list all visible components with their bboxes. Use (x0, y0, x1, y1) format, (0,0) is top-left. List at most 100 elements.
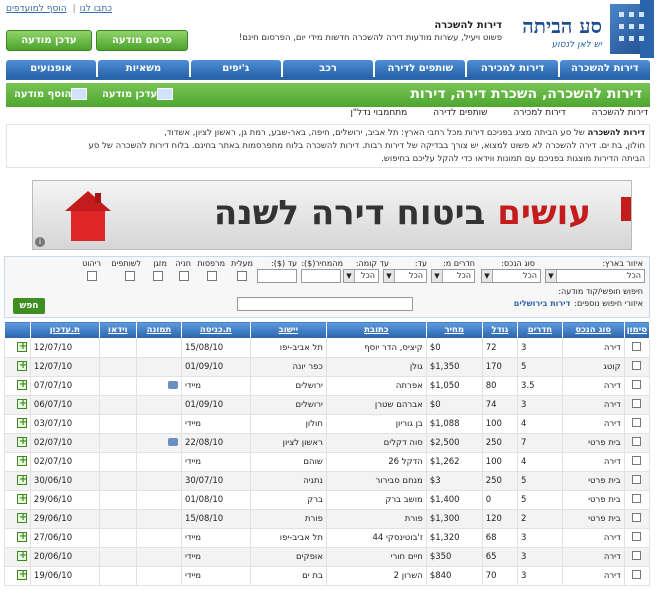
cell-type: בית פרטי (561, 490, 625, 510)
subnav-sale[interactable]: דירות למכירה (513, 108, 565, 118)
add-to-list-icon[interactable] (16, 569, 27, 580)
cell-add (4, 357, 31, 377)
rooms-to-select[interactable]: הכל ▼ (383, 269, 427, 283)
elevator-checkbox[interactable] (237, 271, 247, 281)
tab-sale[interactable]: דירות למכירה (467, 60, 558, 77)
table-row[interactable]: בית פרטי 5 250 $3 מנחם סבירור נתניה 30/07/10 30… (4, 471, 651, 491)
page-title: דירות להשכרה, השכרת דירה, דירות (410, 86, 642, 102)
cell-city: חולון (249, 414, 327, 434)
terraces-checkbox[interactable] (207, 271, 217, 281)
cell-updated: 19/06/10 (29, 566, 100, 586)
insurance-banner[interactable]: עושים ביטוח דירה לשנה i (32, 180, 632, 250)
table-row[interactable]: דירה 3 72 $0 קיציס, הדר יוסף תל אביב-יפו 15/08… (4, 338, 651, 358)
cell-city: תל אביב-יפו (249, 338, 327, 358)
add-to-list-icon[interactable] (16, 550, 27, 561)
table-row[interactable]: קוטג 5 170 $1,350 גולן כפר יונה 01/09/10 12/07/… (4, 357, 651, 377)
row-checkbox[interactable] (632, 399, 642, 408)
parking-checkbox[interactable] (179, 271, 189, 281)
tab-trucks[interactable]: משאיות (98, 60, 189, 77)
jerusalem-link[interactable]: דירות בירושלים (514, 299, 571, 308)
chevron-down-icon: ▼ (384, 270, 395, 282)
update-ad-button[interactable]: עדכן מודעה (6, 30, 92, 51)
add-to-list-icon[interactable] (16, 417, 27, 428)
row-checkbox[interactable] (632, 342, 642, 351)
col-photo[interactable]: תמונה (135, 321, 182, 339)
row-checkbox[interactable] (632, 551, 642, 560)
col-video[interactable]: וידאו (98, 321, 137, 339)
info-icon[interactable]: i (35, 237, 45, 247)
row-checkbox[interactable] (632, 361, 642, 370)
partners-checkbox[interactable] (125, 271, 135, 281)
table-row[interactable]: דירה 4 100 $1,088 בן גוריון חולון מיידי 03/07/1… (4, 414, 651, 434)
row-checkbox[interactable] (632, 437, 642, 446)
ac-checkbox[interactable] (153, 271, 163, 281)
col-address[interactable]: כתובת (325, 321, 427, 339)
add-to-list-icon[interactable] (16, 531, 27, 542)
col-type[interactable]: סוג הנכס (561, 321, 625, 339)
table-row[interactable]: דירה 4 100 $1,262 הדקל 26 שוהם מיידי 02/07/10 (4, 452, 651, 472)
row-checkbox[interactable] (632, 494, 642, 503)
row-checkbox[interactable] (632, 418, 642, 427)
floor-select[interactable]: הכל ▼ (343, 269, 379, 283)
add-to-list-icon[interactable] (16, 474, 27, 485)
camera-icon[interactable] (167, 437, 178, 446)
subnav-rent[interactable]: דירות להשכרה (592, 108, 648, 118)
row-checkbox[interactable] (632, 532, 642, 541)
add-to-list-icon[interactable] (16, 341, 27, 352)
row-checkbox[interactable] (632, 475, 642, 484)
furnished-checkbox[interactable] (87, 271, 97, 281)
col-entry-date[interactable]: ת.כניסה (180, 321, 251, 339)
table-row[interactable]: בית פרטי 2 120 $1,300 פורת פורת 15/08/10 29/06/… (4, 509, 651, 529)
cell-address: אברהם שטרן (325, 395, 427, 415)
rooms-from-select[interactable]: הכל ▼ (431, 269, 475, 283)
tab-jeeps[interactable]: ג'יפים (190, 60, 281, 77)
cell-price: $1,088 (425, 414, 483, 434)
subnav-projects[interactable]: מתחמבוי נדל"ן (350, 108, 407, 118)
add-to-list-icon[interactable] (16, 360, 27, 371)
type-select[interactable]: הכל ▼ (481, 269, 541, 283)
tab-rent[interactable]: דירות להשכרה (559, 60, 650, 77)
tab-cars[interactable]: רכב (282, 60, 374, 77)
add-to-list-icon[interactable] (16, 436, 27, 447)
row-checkbox[interactable] (632, 513, 642, 522)
col-rooms[interactable]: חדרים (517, 321, 563, 339)
tab-roommates[interactable]: שותפים לדירה (375, 60, 466, 77)
row-checkbox[interactable] (632, 380, 642, 389)
write-us-link[interactable]: כתבו לנו (80, 4, 112, 14)
banner-word-red: עושים (497, 193, 591, 233)
col-price[interactable]: מחיר (425, 321, 483, 339)
tab-motorcycles[interactable]: אופנועים (6, 60, 97, 77)
row-checkbox[interactable] (632, 570, 642, 579)
area-select[interactable]: הכל ▼ (545, 269, 645, 283)
add-to-list-icon[interactable] (16, 398, 27, 409)
table-row[interactable]: בית פרטי 5 0 $1,400 מושב ברק ברק 01/08/10 29/06… (4, 490, 651, 510)
site-logo[interactable]: סע הביתה יש לאן לנסוע (514, 0, 654, 58)
update-ad-link[interactable]: עדכן מודעה (102, 88, 176, 100)
col-updated[interactable]: ת.עדכון (29, 321, 100, 339)
free-search-input[interactable] (237, 297, 413, 311)
add-to-list-icon[interactable] (16, 493, 27, 504)
col-select[interactable]: סימון (623, 321, 651, 339)
publish-ad-button[interactable]: פרסם מודעה (96, 30, 188, 51)
table-row[interactable]: דירה 3.5 80 $1,050 אפרתה ירושלים מיידי 07/07/10 (4, 376, 651, 396)
add-ad-link[interactable]: הוסף מודעה (14, 88, 90, 100)
price-to-input[interactable] (257, 269, 297, 283)
col-city[interactable]: יישוב (249, 321, 327, 339)
subnav-roommates[interactable]: שותפים לדירה (433, 108, 487, 118)
search-button[interactable]: חפש (13, 298, 45, 314)
col-size[interactable]: גודל (481, 321, 519, 339)
table-row[interactable]: דירה 3 65 $350 חיים חורי אופקים מיידי 20/06/10 (4, 547, 651, 567)
cell-entry-date: מיידי (180, 528, 251, 548)
add-favorites-link[interactable]: הוסף למועדפים (6, 4, 67, 14)
add-to-list-icon[interactable] (16, 455, 27, 466)
camera-icon[interactable] (167, 380, 178, 389)
table-row[interactable]: בית פרטי 7 250 $2,500 סוה דקלים ראשון לציון 22… (4, 433, 651, 453)
row-checkbox[interactable] (632, 456, 642, 465)
table-row[interactable]: דירה 3 70 $840 השרון 2 בת ים מיידי 19/06/10 (4, 566, 651, 586)
price-from-input[interactable] (301, 269, 341, 283)
table-row[interactable]: דירה 3 68 $1,320 ז'בוטינסקי 44 תל אביב-יפו מיי… (4, 528, 651, 548)
add-to-list-icon[interactable] (16, 512, 27, 523)
add-to-list-icon[interactable] (16, 379, 27, 390)
table-row[interactable]: דירה 3 74 $0 אברהם שטרן ירושלים 01/09/10 06/07/… (4, 395, 651, 415)
cell-rooms: 3.5 (517, 376, 563, 396)
